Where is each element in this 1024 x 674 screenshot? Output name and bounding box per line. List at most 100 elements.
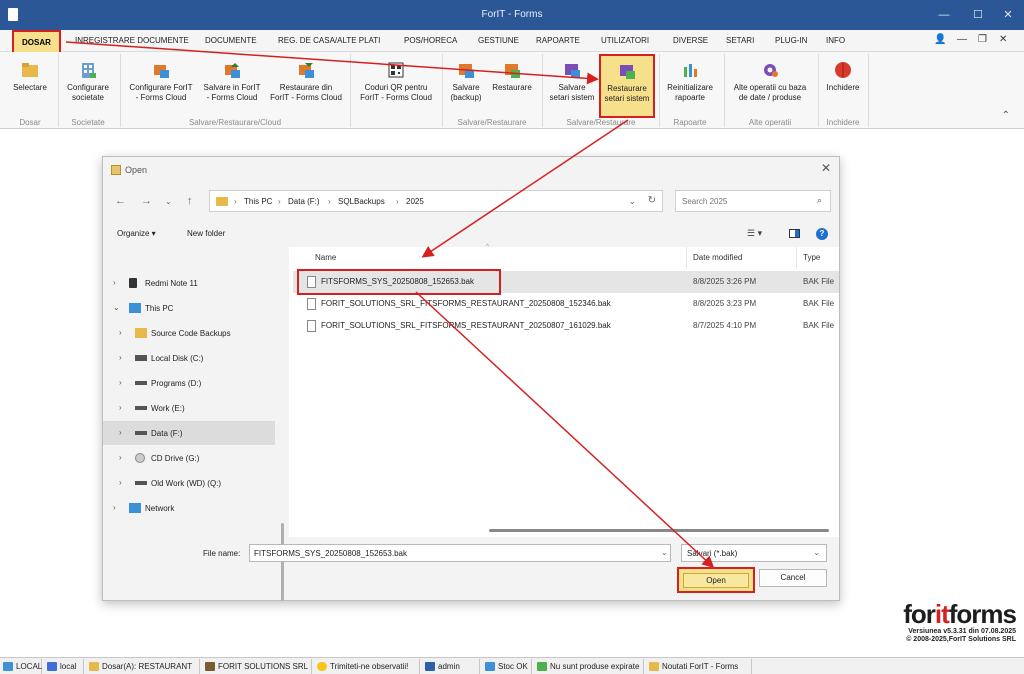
forward-icon[interactable]: → [141, 195, 152, 207]
sort-indicator-icon: ^ [486, 244, 489, 250]
breadcrumb-data-f[interactable]: Data (F:) [288, 197, 320, 206]
breadcrumb-sqlbackups[interactable]: SQLBackups [338, 197, 385, 206]
maximize-icon[interactable]: ☐ [968, 6, 988, 24]
nav-item-redmi[interactable]: › Redmi Note 11 [103, 271, 275, 295]
restaurare-setari-sistem-button[interactable]: Restaurare setari sistem [599, 54, 655, 118]
file-row[interactable]: FORIT_SOLUTIONS_SRL_FITSFORMS_RESTAURANT… [293, 293, 839, 315]
inchidere-button[interactable]: Inchidere [822, 57, 864, 117]
new-folder-button[interactable]: New folder [187, 229, 225, 238]
help-icon[interactable]: ? [816, 228, 828, 240]
status-user[interactable]: admin [422, 659, 480, 674]
nav-item-local-disk-c[interactable]: › Local Disk (C:) [103, 346, 275, 370]
status-company[interactable]: FORIT SOLUTIONS SRL [202, 659, 312, 674]
salvare-backup-button[interactable]: Salvare (backup) [446, 57, 486, 117]
drive-icon [135, 355, 147, 361]
configurare-forit-cloud-button[interactable]: Configurare ForIT - Forms Cloud [124, 57, 198, 117]
menu-gestiune[interactable]: GESTIUNE [478, 36, 519, 45]
menu-utilizatori[interactable]: UTILIZATORI [601, 36, 649, 45]
refresh-icon[interactable]: ↻ [648, 195, 656, 206]
horizontal-scrollbar[interactable] [489, 529, 829, 532]
nav-item-network[interactable]: › Network [103, 496, 275, 520]
navigation-pane: › Redmi Note 11 ⌄ This PC › Source Code … [103, 247, 287, 601]
user-icon[interactable]: 👤 [934, 34, 946, 45]
alte-operatii-button[interactable]: Alte operatii cu baza de date / produse [728, 57, 812, 117]
status-dosar[interactable]: Dosar(A): RESTAURANT [86, 659, 200, 674]
restaurare-button[interactable]: Restaurare [488, 57, 536, 117]
file-icon [307, 298, 316, 310]
mdi-restore-icon[interactable]: ❐ [978, 34, 987, 45]
database-restore-icon [503, 61, 521, 79]
menu-dosar[interactable]: DOSAR [12, 30, 61, 54]
open-button[interactable]: Open [683, 573, 749, 588]
cancel-button[interactable]: Cancel [759, 569, 827, 587]
nav-item-this-pc[interactable]: ⌄ This PC [103, 296, 275, 320]
nav-item-cd-drive-g[interactable]: › CD Drive (G:) [103, 446, 275, 470]
breadcrumb-this-pc[interactable]: This PC [244, 197, 272, 206]
reinitializare-rapoarte-button[interactable]: Reinitializare rapoarte [662, 57, 718, 117]
status-news[interactable]: Noutati ForIT - Forms [646, 659, 752, 674]
mdi-close-icon[interactable]: ✕ [999, 34, 1007, 45]
address-dropdown-icon[interactable]: ⌄ [628, 196, 636, 207]
mdi-minimize-icon[interactable]: — [957, 34, 967, 45]
expand-icon[interactable]: › [119, 428, 122, 437]
expand-icon[interactable]: › [119, 378, 122, 387]
group-label-rapoarte: Rapoarte [673, 118, 707, 127]
menu-rapoarte[interactable]: RAPOARTE [536, 36, 580, 45]
menu-documente[interactable]: DOCUMENTE [205, 36, 257, 45]
selectare-button[interactable]: Selectare [8, 57, 52, 117]
status-local[interactable]: LOCAL [0, 659, 42, 674]
file-row[interactable]: FORIT_SOLUTIONS_SRL_FITSFORMS_RESTAURANT… [293, 315, 839, 337]
file-name-input[interactable] [249, 544, 671, 562]
file-type-filter[interactable]: Salvari (*.bak) ⌄ [681, 544, 827, 562]
expand-icon[interactable]: › [119, 353, 122, 362]
column-header-name[interactable]: ^ Name [289, 244, 687, 269]
salvare-setari-sistem-button[interactable]: Salvare setari sistem [546, 57, 598, 117]
restaurare-forit-cloud-button[interactable]: Restaurare din ForIT - Forms Cloud [266, 57, 346, 117]
dialog-close-icon[interactable]: ✕ [821, 161, 831, 175]
nav-item-data-f[interactable]: › Data (F:) [103, 421, 275, 445]
address-bar[interactable]: › This PC › Data (F:) › SQLBackups › 202… [209, 190, 663, 212]
configurare-societate-button[interactable]: Configurare societate [62, 57, 114, 117]
menu-inregistrare-documente[interactable]: INREGISTRARE DOCUMENTE [75, 36, 189, 45]
close-icon[interactable]: ✕ [998, 6, 1018, 24]
file-name-dropdown-icon[interactable]: ⌄ [661, 548, 668, 557]
recent-locations-icon[interactable]: ⌄ [165, 197, 172, 206]
column-header-type[interactable]: Type [797, 247, 839, 269]
coduri-qr-button[interactable]: Coduri QR pentru ForIT - Forms Cloud [354, 57, 438, 117]
status-expired[interactable]: Nu sunt produse expirate [534, 659, 644, 674]
salvare-forit-cloud-button[interactable]: Salvare in ForIT - Forms Cloud [200, 57, 264, 117]
nav-item-work-e[interactable]: › Work (E:) [103, 396, 275, 420]
up-icon[interactable]: ↑ [187, 195, 193, 207]
menu-reg-casa[interactable]: REG. DE CASA/ALTE PLATI [278, 36, 380, 45]
back-icon[interactable]: ← [115, 195, 126, 207]
menu-info[interactable]: INFO [826, 36, 845, 45]
expand-icon[interactable]: › [113, 503, 116, 512]
menu-setari[interactable]: SETARI [726, 36, 754, 45]
breadcrumb-sep-icon: › [234, 197, 237, 206]
breadcrumb-2025[interactable]: 2025 [406, 197, 424, 206]
search-input[interactable] [676, 191, 806, 211]
view-options-icon[interactable]: ☰ ▾ [747, 228, 762, 239]
collapse-ribbon-icon[interactable]: ⌃ [1002, 110, 1010, 121]
organize-button[interactable]: Organize ▾ [117, 229, 156, 238]
expand-icon[interactable]: › [119, 453, 122, 462]
menu-pos-horeca[interactable]: POS/HORECA [404, 36, 457, 45]
menu-plug-in[interactable]: PLUG-IN [775, 36, 807, 45]
status-server[interactable]: local [44, 659, 84, 674]
file-row[interactable]: FITSFORMS_SYS_20250808_152653.bak 8/8/20… [293, 269, 839, 295]
preview-pane-icon[interactable] [789, 229, 800, 238]
menu-diverse[interactable]: DIVERSE [673, 36, 708, 45]
minimize-icon[interactable]: — [934, 6, 954, 24]
status-stock[interactable]: Stoc OK [482, 659, 532, 674]
collapse-icon[interactable]: ⌄ [113, 303, 120, 312]
expand-icon[interactable]: › [119, 328, 122, 337]
cloud-upload-icon [223, 61, 241, 79]
column-header-date[interactable]: Date modified [687, 247, 797, 269]
status-feedback[interactable]: Trimiteti-ne observatii! [314, 659, 420, 674]
expand-icon[interactable]: › [119, 478, 122, 487]
expand-icon[interactable]: › [113, 278, 116, 287]
nav-item-programs-d[interactable]: › Programs (D:) [103, 371, 275, 395]
nav-item-source-code-backups[interactable]: › Source Code Backups [103, 321, 275, 345]
nav-item-old-work-q[interactable]: › Old Work (WD) (Q:) [103, 471, 275, 495]
expand-icon[interactable]: › [119, 403, 122, 412]
